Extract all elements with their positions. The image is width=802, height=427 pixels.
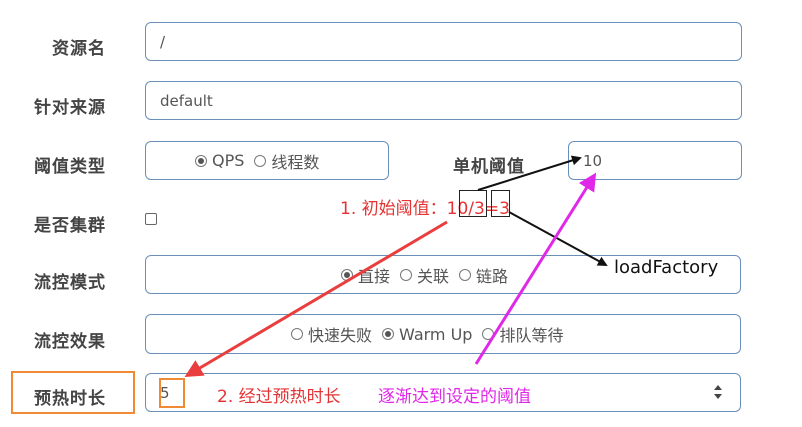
grade-option-thread-label: 线程数	[271, 152, 320, 172]
radio-unselected-icon	[400, 268, 413, 281]
resource-name-label: 资源名	[52, 39, 106, 59]
behavior-option-warm-up-label: Warm Up	[399, 324, 473, 344]
radio-selected-icon	[341, 268, 353, 281]
warmup-annotation: 2. 经过预热时长	[217, 387, 341, 407]
radio-selected-icon	[195, 154, 207, 167]
threshold-input[interactable]: 10	[568, 141, 742, 180]
limit-app-value: default	[160, 91, 213, 110]
grade-radio-group: QPS 线程数	[145, 141, 389, 180]
radio-selected-icon	[382, 328, 395, 340]
grade-option-qps[interactable]: QPS	[195, 151, 244, 170]
warmup-value-highlight	[159, 378, 185, 408]
behavior-option-fail-fast-label: 快速失败	[308, 326, 373, 345]
behavior-option-queue-label: 排队等待	[499, 326, 564, 345]
strategy-option-direct-label: 直接	[358, 266, 391, 286]
radio-unselected-icon	[254, 154, 267, 167]
strategy-option-relate-label: 关联	[417, 266, 450, 286]
behavior-option-warm-up[interactable]: Warm Up	[382, 325, 472, 344]
strategy-label: 流控模式	[34, 273, 106, 293]
behavior-option-fail-fast[interactable]: 快速失败	[291, 322, 372, 346]
den-highlight-box	[491, 190, 510, 217]
limit-app-input[interactable]: default	[145, 81, 742, 120]
strategy-option-chain-label: 链路	[476, 266, 509, 286]
strategy-option-relate[interactable]: 关联	[400, 263, 449, 287]
grade-option-thread[interactable]: 线程数	[254, 149, 319, 173]
spinner-icon[interactable]	[714, 384, 722, 400]
cluster-label: 是否集群	[34, 216, 106, 236]
control-behavior-radio-group: 快速失败 Warm Up 排队等待	[145, 314, 741, 354]
cluster-checkbox[interactable]	[145, 213, 157, 225]
gradual-annotation: 逐渐达到设定的阈值	[378, 387, 531, 407]
threshold-value: 10	[583, 151, 603, 170]
limit-app-label: 针对来源	[34, 98, 106, 118]
radio-unselected-icon	[291, 328, 303, 340]
radio-unselected-icon	[482, 328, 495, 340]
control-behavior-label: 流控效果	[34, 332, 106, 352]
resource-name-input[interactable]: /	[145, 22, 742, 61]
warmup-label: 预热时长	[34, 389, 106, 409]
behavior-option-queue[interactable]: 排队等待	[482, 322, 563, 346]
load-factor-annotation: loadFactory	[614, 257, 719, 278]
strategy-option-direct[interactable]: 直接	[341, 263, 390, 287]
initial-threshold-prefix: 1. 初始阈值：	[340, 199, 447, 219]
grade-label: 阈值类型	[34, 157, 106, 177]
num-highlight-box	[459, 190, 487, 217]
resource-name-value: /	[160, 32, 166, 51]
radio-unselected-icon	[459, 268, 472, 281]
strategy-option-chain[interactable]: 链路	[459, 263, 508, 287]
grade-option-qps-label: QPS	[212, 151, 245, 170]
threshold-label: 单机阈值	[453, 157, 525, 177]
